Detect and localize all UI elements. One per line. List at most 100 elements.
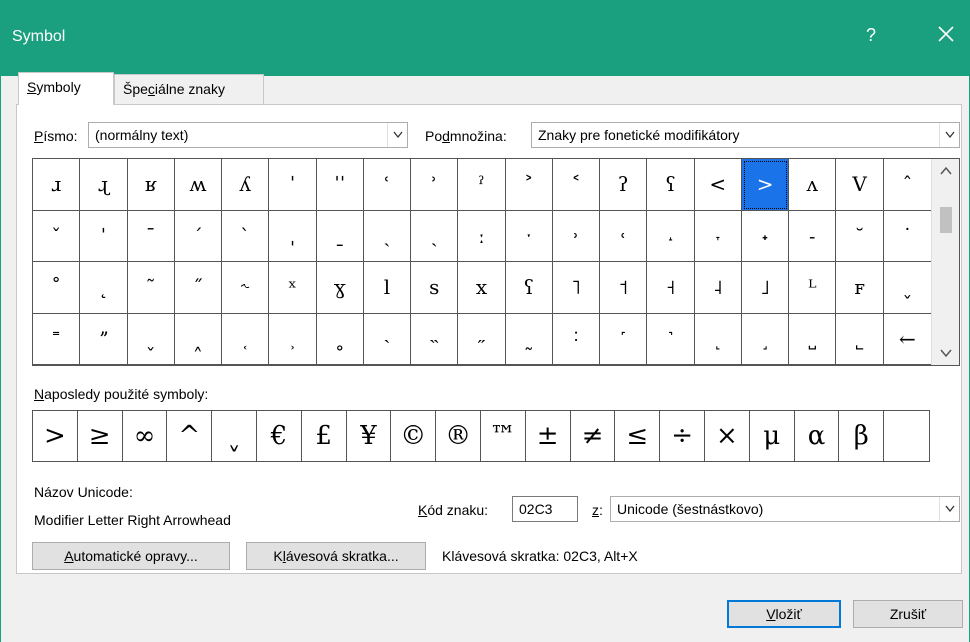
symbol-cell[interactable]: ʌ <box>789 159 837 211</box>
symbol-cell[interactable]: ˜ <box>127 262 175 314</box>
symbol-cell[interactable]: > <box>741 159 790 211</box>
symbol-cell[interactable]: ˨ <box>694 262 742 314</box>
symbol-cell[interactable]: ˣ <box>269 262 317 314</box>
symbol-cell[interactable]: ˴ <box>363 313 412 365</box>
recent-symbol-cell[interactable]: > <box>33 411 78 461</box>
symbol-cell[interactable]: ɻ <box>80 159 128 211</box>
symbol-cell[interactable]: ˘ <box>836 210 884 262</box>
symbol-cell[interactable]: ˳ <box>316 313 364 365</box>
symbol-cell[interactable]: ˹ <box>600 313 648 365</box>
symbol-cell[interactable]: ʁ <box>127 159 175 211</box>
symbol-cell[interactable]: ˾ <box>836 313 884 365</box>
from-select[interactable]: Unicode (šestnástkovo) <box>610 496 960 522</box>
symbol-cell[interactable]: ˋ <box>222 210 270 262</box>
symbol-cell[interactable]: ˊ <box>174 210 223 262</box>
symbol-cell[interactable]: ˈ <box>80 210 128 262</box>
symbol-cell[interactable]: ˽ <box>789 313 837 365</box>
recent-symbol-cell[interactable] <box>884 411 929 461</box>
symbol-cell[interactable]: ˈˈ <box>316 159 364 211</box>
char-code-input[interactable]: 02C3 <box>512 496 578 522</box>
font-select[interactable]: (normálny text) <box>88 122 408 148</box>
recent-symbol-cell[interactable]: ® <box>436 411 481 461</box>
recent-symbol-cell[interactable]: ≤ <box>615 411 661 461</box>
symbol-cell[interactable]: ˯ <box>127 313 175 365</box>
symbol-cell[interactable]: < <box>694 159 742 211</box>
symbol-cell[interactable]: ː <box>458 210 506 262</box>
recent-symbol-cell[interactable]: ≠ <box>571 411 616 461</box>
symbol-cell[interactable]: ˓ <box>600 210 648 262</box>
symbol-cell[interactable]: ← <box>883 314 931 365</box>
scroll-down-icon[interactable] <box>932 343 960 363</box>
recent-symbol-cell[interactable]: ˬ <box>212 411 257 461</box>
symbol-cell[interactable]: ˔ <box>647 210 695 262</box>
recent-symbol-cell[interactable]: ± <box>526 411 571 461</box>
recent-symbol-cell[interactable]: € <box>257 411 302 461</box>
symbol-cell[interactable]: ʎ <box>222 159 270 211</box>
recent-symbol-cell[interactable]: © <box>391 411 437 461</box>
symbol-cell[interactable]: ˙ <box>883 211 931 262</box>
chevron-down-icon[interactable] <box>939 123 959 147</box>
symbol-cell[interactable]: ˯ <box>883 262 931 314</box>
recent-symbol-cell[interactable]: ™ <box>481 411 526 461</box>
symbol-cell[interactable]: ˲ <box>269 313 317 365</box>
symbol-cell[interactable]: ʿ <box>363 159 412 211</box>
symbol-cell[interactable]: l <box>363 262 412 314</box>
symbol-cell[interactable]: ˧ <box>647 262 695 314</box>
recent-symbol-cell[interactable]: ^ <box>167 411 213 461</box>
recent-symbol-cell[interactable]: μ <box>750 411 795 461</box>
symbol-cell[interactable]: ˚ <box>33 262 81 314</box>
symbol-cell[interactable]: ˻ <box>694 313 742 365</box>
symbol-cell[interactable]: ˛ <box>80 262 128 314</box>
symbol-cell[interactable]: ˉ <box>127 210 175 262</box>
symbol-cell[interactable]: ˒ <box>552 210 601 262</box>
symbol-cell[interactable]: ˞ <box>222 262 270 314</box>
symbol-cell[interactable]: ˕ <box>694 210 742 262</box>
recent-symbol-cell[interactable]: £ <box>302 411 347 461</box>
recent-symbol-cell[interactable]: ≥ <box>78 411 123 461</box>
tab-symbols[interactable]: Symboly <box>18 72 114 105</box>
symbol-cell[interactable]: ʕ <box>647 159 695 211</box>
symbol-cell[interactable]: ʕ <box>505 262 553 314</box>
recent-symbol-cell[interactable]: α <box>795 411 840 461</box>
vertical-scrollbar[interactable] <box>931 159 959 365</box>
chevron-down-icon[interactable] <box>387 123 407 147</box>
symbol-cell[interactable]: ˃ <box>505 159 553 211</box>
recent-symbol-cell[interactable]: ∞ <box>123 411 168 461</box>
symbol-cell[interactable]: ˑ <box>505 210 553 262</box>
subset-select[interactable]: Znaky pre fonetické modifikátory <box>531 122 960 148</box>
symbol-cell[interactable]: ˆ <box>883 159 931 211</box>
chevron-down-icon[interactable] <box>939 497 959 521</box>
symbol-cell[interactable]: ˏ <box>363 210 412 262</box>
symbol-cell[interactable]: ˺ <box>647 313 695 365</box>
recent-symbol-cell[interactable]: ¥ <box>347 411 392 461</box>
symbol-cell[interactable]: V <box>836 159 884 211</box>
autocorrect-button[interactable]: Automatické opravy... <box>32 542 230 570</box>
symbol-cell[interactable]: ˌ <box>269 210 317 262</box>
shortcut-key-button[interactable]: Kl ávesová skratka... <box>246 542 426 570</box>
symbol-cell[interactable]: ˗ <box>789 210 837 262</box>
symbol-cell[interactable]: ˱ <box>222 313 270 365</box>
symbol-cell[interactable]: ˰ <box>174 313 223 365</box>
symbol-cell[interactable]: ʍ <box>174 159 223 211</box>
symbol-cell[interactable]: ˀ <box>458 159 506 211</box>
help-button[interactable]: ? <box>866 25 876 46</box>
scroll-thumb[interactable] <box>940 207 952 233</box>
symbol-cell[interactable]: ˸ <box>552 313 601 365</box>
symbol-cell[interactable]: x <box>458 262 506 314</box>
symbol-cell[interactable]: ˷ <box>505 313 553 365</box>
symbol-cell[interactable]: ˼ <box>741 313 790 365</box>
symbol-cell[interactable]: ˥ <box>552 262 601 314</box>
symbol-cell[interactable]: ˎ <box>411 210 459 262</box>
symbol-cell[interactable]: ˩ <box>741 262 790 314</box>
symbol-cell[interactable]: ᴸ <box>789 262 837 314</box>
close-icon[interactable] <box>934 22 958 46</box>
symbol-cell[interactable]: ˮ <box>80 313 128 365</box>
symbol-cell[interactable]: s <box>411 262 459 314</box>
recent-symbol-cell[interactable]: β <box>839 411 885 461</box>
symbol-cell[interactable]: ˝ <box>174 262 223 314</box>
symbol-cell[interactable]: ɹ <box>33 159 81 211</box>
recent-symbol-cell[interactable]: × <box>705 411 750 461</box>
symbol-cell[interactable]: ˖ <box>741 210 790 262</box>
symbol-cell[interactable]: ˂ <box>552 159 601 211</box>
symbol-cell[interactable]: ˵ <box>411 313 459 365</box>
